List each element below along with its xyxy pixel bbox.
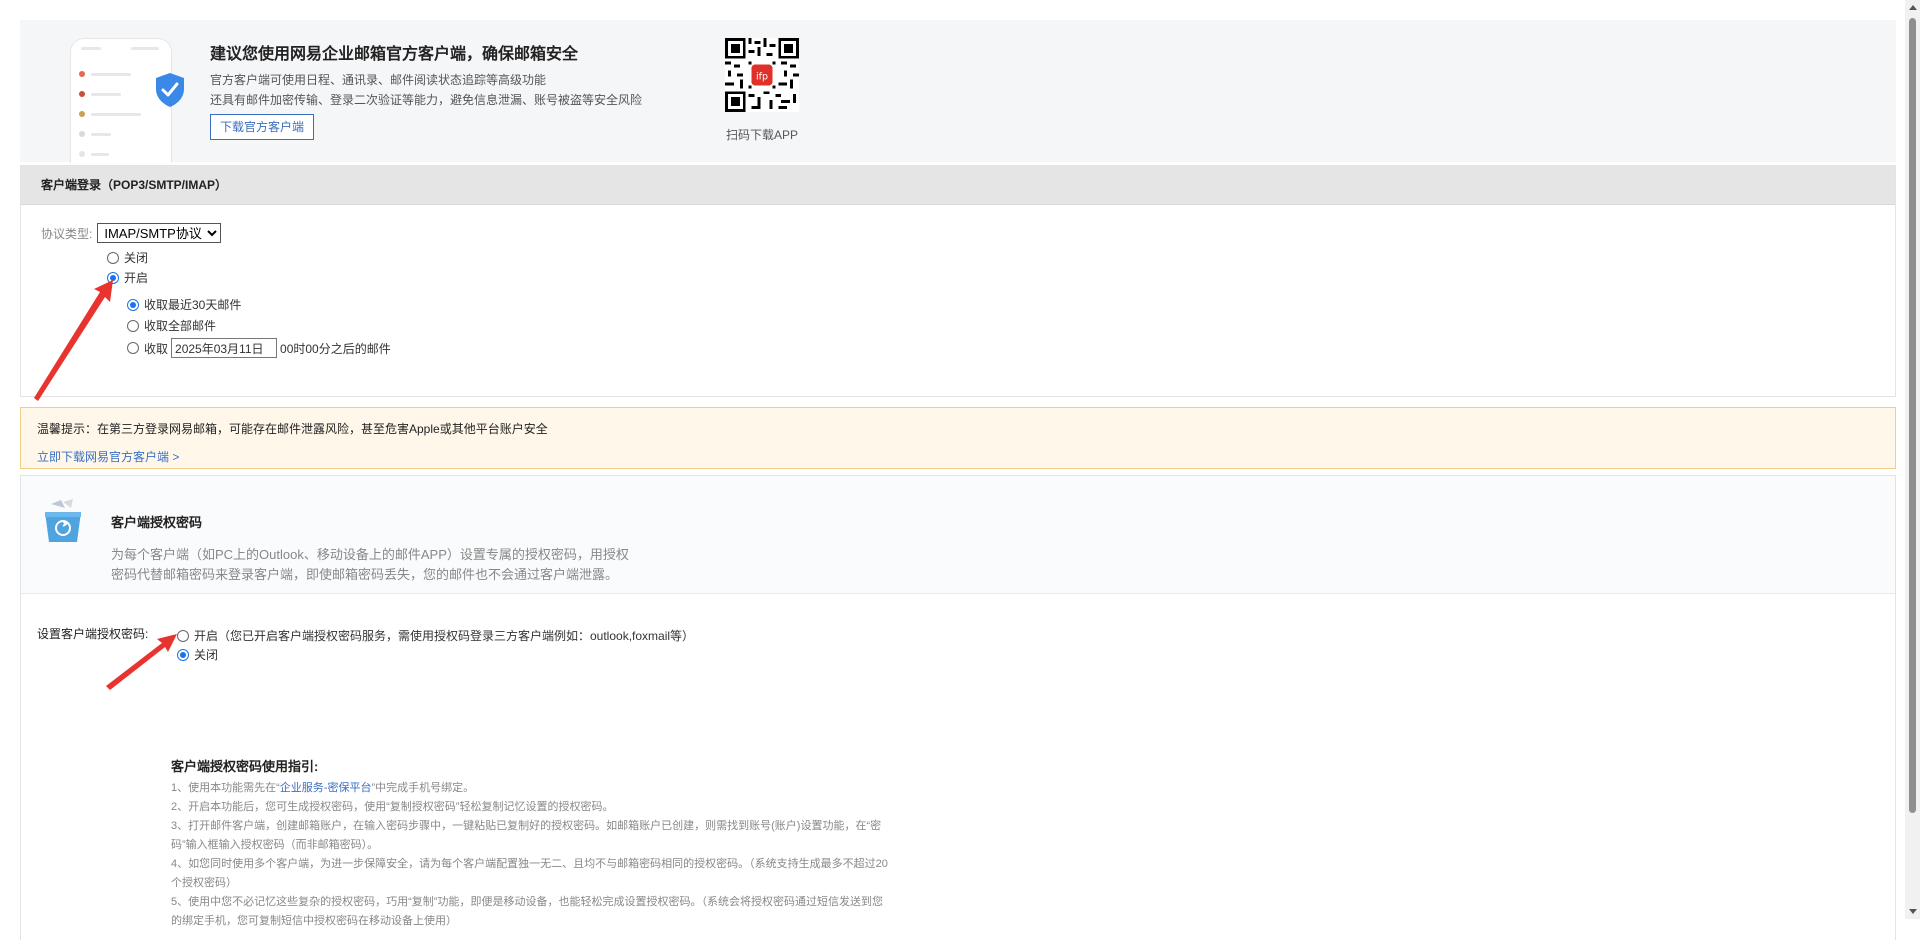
radio-fetch-from-date[interactable] [127, 342, 139, 354]
fetch-recent-option[interactable]: 收取最近30天邮件 [127, 296, 241, 313]
scrollbar-thumb[interactable] [1909, 18, 1916, 813]
client-login-header: 客户端登录（POP3/SMTP/IMAP） [21, 166, 1895, 205]
client-promo-banner: 建议您使用网易企业邮箱官方客户端，确保邮箱安全 官方客户端可使用日程、通讯录、邮… [20, 20, 1896, 163]
radio-off[interactable] [107, 251, 119, 264]
qr-logo-text: ifp [756, 71, 768, 82]
radio-auth-off[interactable] [177, 648, 189, 661]
promo-title: 建议您使用网易企业邮箱官方客户端，确保邮箱安全 [210, 46, 579, 63]
radio-auth-on[interactable] [177, 629, 189, 642]
download-client-button[interactable]: 下载官方客户端 [210, 114, 314, 140]
client-login-panel: 客户端登录（POP3/SMTP/IMAP） 协议类型: IMAP/SMTP协议 … [20, 165, 1896, 397]
guide-item-2: 2、开启本功能后，您可生成授权密码，使用“复制授权密码”轻松复制记忆设置的授权密… [171, 801, 614, 813]
protocol-row: 协议类型: IMAP/SMTP协议 [41, 223, 222, 243]
set-auth-password-label: 设置客户端授权密码: [37, 627, 149, 641]
guide-item-1: 1、使用本功能需先在“企业服务-密保平台”中完成手机号绑定。 [171, 782, 475, 794]
protocol-label: 协议类型: [41, 226, 93, 241]
guide-title: 客户端授权密码使用指引: [171, 759, 319, 774]
vertical-scrollbar[interactable] [1905, 0, 1920, 919]
protocol-select[interactable]: IMAP/SMTP协议 [97, 223, 222, 243]
guide-item-4: 4、如您同时使用多个客户端，为进一步保障安全，请为每个客户端配置独一无二、且均不… [171, 858, 888, 889]
auth-password-title: 客户端授权密码 [111, 515, 203, 530]
auth-option-off[interactable]: 关闭 [177, 646, 218, 663]
guide-item-5: 5、使用中您不必记忆这些复杂的授权密码，巧用“复制”功能，即便是移动设备，也能轻… [171, 896, 883, 927]
qr-label: 扫码下载APP [725, 128, 798, 142]
auth-option-on[interactable]: 开启（您已开启客户端授权密码服务，需使用授权码登录三方客户端例如：outlook… [177, 627, 694, 644]
radio-fetch-recent[interactable] [127, 298, 139, 311]
fetch-from-date-option[interactable]: 收取 2025年03月11日 00时00分之后的邮件 [127, 338, 391, 358]
auth-password-intro: 客户端授权密码 为每个客户端（如PC上的Outlook、移动设备上的邮件APP）… [21, 476, 1895, 594]
qr-code-image: ifp [725, 38, 799, 112]
radio-on[interactable] [107, 271, 119, 284]
promo-description: 官方客户端可使用日程、通讯录、邮件阅读状态追踪等高级功能 还具有邮件加密传输、登… [210, 73, 643, 107]
auth-password-panel: 客户端授权密码 为每个客户端（如PC上的Outlook、移动设备上的邮件APP）… [20, 475, 1896, 940]
scroll-down-icon[interactable] [1909, 909, 1917, 914]
security-warning-box: 温馨提示：在第三方登录网易邮箱，可能存在邮件泄露风险，甚至危害Apple或其他平… [20, 407, 1896, 469]
fetch-all-option[interactable]: 收取全部邮件 [127, 317, 216, 334]
recycle-box-icon [45, 499, 81, 542]
download-client-link[interactable]: 立即下载网易官方客户端 > [37, 448, 179, 465]
radio-option-on[interactable]: 开启 [107, 269, 148, 286]
scroll-up-icon[interactable] [1909, 5, 1917, 10]
security-platform-link[interactable]: 企业服务-密保平台 [280, 782, 372, 794]
radio-fetch-all[interactable] [127, 319, 139, 332]
auth-guide: 客户端授权密码使用指引: 1、使用本功能需先在“企业服务-密保平台”中完成手机号… [171, 756, 991, 931]
radio-option-off[interactable]: 关闭 [107, 249, 148, 266]
fetch-date-input[interactable]: 2025年03月11日 [171, 338, 278, 358]
shield-check-icon [156, 73, 184, 107]
guide-item-3: 3、打开邮件客户端，创建邮箱账户，在输入密码步骤中，一键粘贴已复制好的授权密码。… [171, 820, 882, 851]
auth-password-description: 为每个客户端（如PC上的Outlook、移动设备上的邮件APP）设置专属的授权密… [111, 547, 629, 582]
warning-text: 温馨提示：在第三方登录网易邮箱，可能存在邮件泄露风险，甚至危害Apple或其他平… [37, 422, 548, 436]
